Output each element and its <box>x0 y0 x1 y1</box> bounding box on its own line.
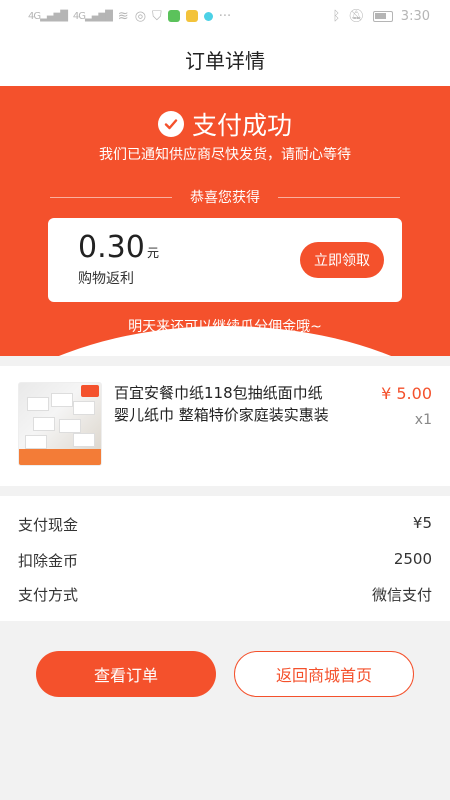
app-icon-green <box>167 10 180 22</box>
summary-row-method: 支付方式 微信支付 <box>18 584 432 605</box>
payment-success-banner: 支付成功 我们已通知供应商尽快发货，请耐心等待 恭喜您获得 0.30 元 购物返… <box>0 86 450 356</box>
back-to-mall-button[interactable]: 返回商城首页 <box>234 651 414 697</box>
product-image[interactable] <box>18 382 102 466</box>
success-header: 支付成功 <box>0 106 450 142</box>
divider-line-left <box>50 196 172 198</box>
tissue-pack-shape <box>73 401 95 415</box>
view-order-button[interactable]: 查看订单 <box>36 651 216 697</box>
summary-value: 2500 <box>393 550 432 568</box>
status-bar: 4G▂▄▆█ 4G▂▄▆█ ≋ ◎ ⛉ ··· ᛒ 🔕︎ 3:30 <box>0 0 450 32</box>
reward-label: 购物返利 <box>78 271 134 287</box>
wifi-icon: ≋ <box>117 8 129 24</box>
nav-bar: 订单详情 <box>0 32 450 86</box>
product-title[interactable]: 百宜安餐巾纸118包抽纸面巾纸婴儿纸巾 整箱特价家庭装实惠装 <box>114 382 336 426</box>
promo-band-shape <box>19 449 101 465</box>
summary-value: 微信支付 <box>371 586 432 604</box>
summary-label: 扣除金币 <box>18 552 79 570</box>
tissue-pack-shape <box>59 419 81 433</box>
tissue-pack-shape <box>33 417 55 431</box>
summary-value: ¥5 <box>412 514 432 532</box>
product-item[interactable]: 百宜安餐巾纸118包抽纸面巾纸婴儿纸巾 整箱特价家庭装实惠装 ¥ 5.00 x1 <box>0 366 450 486</box>
success-title: 支付成功 <box>191 111 292 140</box>
bluetooth-icon: ᛒ <box>332 8 341 24</box>
reward-amount: 0.30 <box>78 230 145 265</box>
tissue-pack-shape <box>73 433 95 447</box>
tomorrow-note: 明天来还可以继续瓜分佣金哦~ <box>128 319 322 335</box>
reward-unit: 元 <box>147 246 160 260</box>
summary-row-coins: 扣除金币 2500 <box>18 550 432 571</box>
tissue-pack-shape <box>51 393 73 407</box>
wechat-icon: ◎ <box>134 8 147 24</box>
shield-icon: ⛉ <box>152 8 162 24</box>
app-icon-cyan <box>203 11 213 21</box>
mute-icon: 🔕︎ <box>348 8 365 24</box>
tissue-pack-shape <box>27 397 49 411</box>
divider-line-right <box>278 196 400 198</box>
page-title: 订单详情 <box>185 48 265 73</box>
reward-card: 0.30 元 购物返利 立即领取 <box>48 218 402 302</box>
product-price: ¥ 5.00 <box>381 384 432 403</box>
product-quantity: x1 <box>414 412 432 428</box>
signal-icon-2: 4G▂▄▆█ <box>72 10 113 22</box>
congrats-text: 恭喜您获得 <box>190 190 260 206</box>
success-subtitle: 我们已通知供应商尽快发货，请耐心等待 <box>99 147 351 163</box>
more-dots: ··· <box>218 8 232 24</box>
promo-tag-shape <box>81 385 99 397</box>
summary-label: 支付现金 <box>18 516 79 534</box>
check-circle-icon <box>157 111 184 137</box>
status-right: ᛒ 🔕︎ 3:30 <box>332 9 430 24</box>
status-time: 3:30 <box>400 8 430 24</box>
summary-row-cash: 支付现金 ¥5 <box>18 514 432 535</box>
status-left: 4G▂▄▆█ 4G▂▄▆█ ≋ ◎ ⛉ ··· <box>28 9 231 24</box>
summary-label: 支付方式 <box>18 586 79 604</box>
app-icon-yellow <box>185 10 198 22</box>
congrats-divider: 恭喜您获得 <box>50 187 400 207</box>
claim-button[interactable]: 立即领取 <box>300 242 384 278</box>
payment-summary: 支付现金 ¥5 扣除金币 2500 支付方式 微信支付 <box>0 496 450 621</box>
battery-icon <box>372 10 393 22</box>
signal-icon: 4G▂▄▆█ <box>28 10 68 22</box>
tissue-pack-shape <box>25 435 47 449</box>
